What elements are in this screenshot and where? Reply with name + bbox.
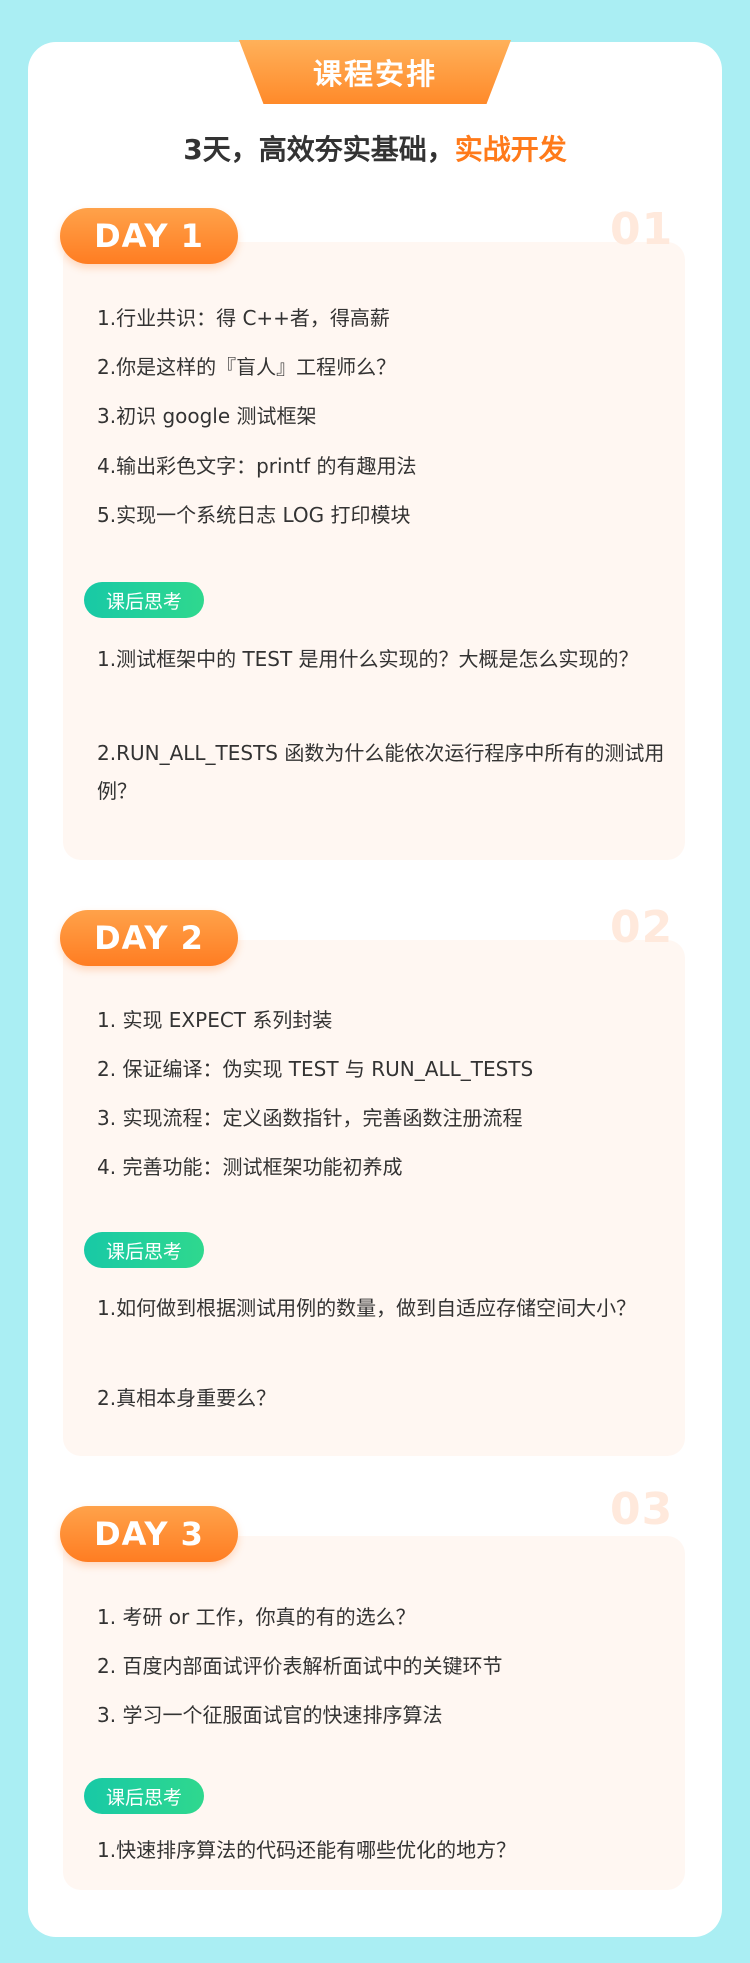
day-1-badge: DAY 1	[60, 208, 238, 264]
day-2-item: 2. 保证编译：伪实现 TEST 与 RUN_ALL_TESTS	[97, 1057, 534, 1081]
day-3-number: 03	[610, 1484, 674, 1535]
day-1-item: 4.输出彩色文字：printf 的有趣用法	[97, 454, 417, 478]
day-1-think-badge: 课后思考	[84, 582, 204, 618]
day-1-item: 5.实现一个系统日志 LOG 打印模块	[97, 503, 411, 527]
subtitle-main: 3天，高效夯实基础，	[183, 133, 455, 166]
day-1-item: 3.初识 google 测试框架	[97, 404, 317, 428]
header-title: 课程安排	[239, 40, 511, 104]
day-1-question: 1.测试框架中的 TEST 是用什么实现的？大概是怎么实现的？	[97, 647, 639, 671]
day-1-item: 1.行业共识：得 C++者，得高薪	[97, 306, 390, 330]
day-2-question: 2.真相本身重要么？	[97, 1386, 277, 1410]
day-2-question: 1.如何做到根据测试用例的数量，做到自适应存储空间大小？	[97, 1296, 637, 1320]
day-2-think-badge: 课后思考	[84, 1232, 204, 1268]
day-1-item: 2.你是这样的『盲人』工程师么？	[97, 355, 397, 379]
day-1-question: 2.RUN_ALL_TESTS 函数为什么能依次运行程序中所有的测试用例？	[97, 741, 665, 803]
day-3-item: 3. 学习一个征服面试官的快速排序算法	[97, 1703, 443, 1727]
day-3-item: 2. 百度内部面试评价表解析面试中的关键环节	[97, 1654, 503, 1678]
day-2-badge: DAY 2	[60, 910, 238, 966]
day-3-question: 1.快速排序算法的代码还能有哪些优化的地方？	[97, 1838, 517, 1862]
day-1-number: 01	[610, 204, 674, 255]
day-2-item: 4. 完善功能：测试框架功能初养成	[97, 1155, 403, 1179]
day-3-think-badge: 课后思考	[84, 1778, 204, 1814]
day-3-item: 1. 考研 or 工作，你真的有的选么？	[97, 1605, 416, 1629]
subtitle-highlight: 实战开发	[454, 133, 567, 166]
day-2-item: 3. 实现流程：定义函数指针，完善函数注册流程	[97, 1106, 523, 1130]
day-3-badge: DAY 3	[60, 1506, 238, 1562]
subtitle: 3天，高效夯实基础，实战开发	[0, 128, 750, 168]
day-2-number: 02	[610, 902, 674, 953]
day-2-item: 1. 实现 EXPECT 系列封装	[97, 1008, 333, 1032]
